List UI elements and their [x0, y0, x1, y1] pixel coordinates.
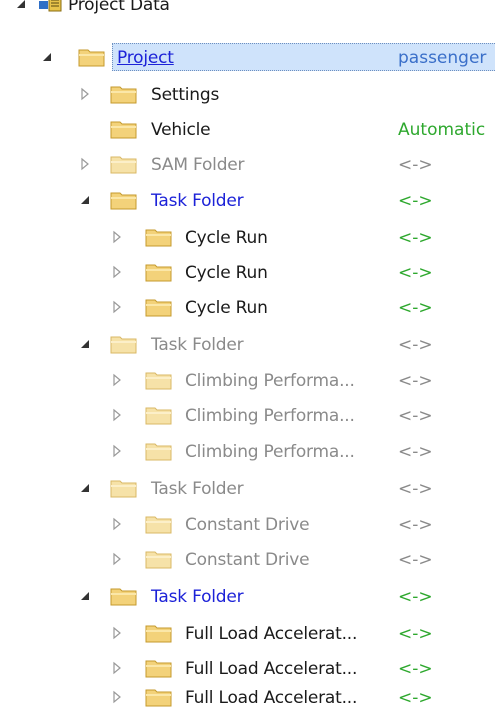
tree-node-label: Full Load Accelerat...	[185, 659, 358, 679]
folder-icon	[110, 153, 138, 175]
folder-icon	[145, 686, 173, 708]
expand-arrow-icon[interactable]	[110, 265, 124, 279]
tree-node-constant-drive[interactable]: Constant Drive <->	[0, 543, 495, 577]
folder-icon	[110, 333, 138, 355]
tree-node-project-data[interactable]: Project Data	[0, 0, 495, 22]
tree-node-label: Full Load Accelerat...	[185, 624, 358, 644]
collapse-arrow-icon[interactable]	[78, 589, 92, 603]
expand-arrow-icon[interactable]	[110, 552, 124, 566]
folder-icon	[145, 513, 173, 535]
tree-node-value: <->	[398, 479, 433, 499]
folder-icon	[110, 477, 138, 499]
tree-node-label: SAM Folder	[151, 155, 245, 175]
tree-node-value: <->	[398, 155, 433, 175]
tree-node-label: Task Folder	[151, 479, 244, 499]
project-data-icon	[38, 0, 66, 15]
tree-node-climbing-performance[interactable]: Climbing Performa... <->	[0, 399, 495, 433]
folder-icon	[145, 548, 173, 570]
tree-node-climbing-performance[interactable]: Climbing Performa... <->	[0, 435, 495, 469]
collapse-arrow-icon[interactable]	[78, 337, 92, 351]
tree-node-label: Climbing Performa...	[185, 406, 355, 426]
tree-node-label: Climbing Performa...	[185, 442, 355, 462]
tree-node-task-folder[interactable]: Task Folder <->	[0, 328, 495, 362]
tree-node-value: <->	[398, 335, 433, 355]
folder-icon	[145, 226, 173, 248]
tree-node-value: <->	[398, 191, 433, 211]
collapse-arrow-icon[interactable]	[78, 481, 92, 495]
tree-node-cycle-run[interactable]: Cycle Run <->	[0, 256, 495, 290]
folder-icon	[110, 83, 138, 105]
folder-icon	[110, 118, 138, 140]
tree-node-label: Cycle Run	[185, 228, 268, 248]
tree-node-label: Full Load Accelerat...	[185, 688, 358, 708]
expand-arrow-icon[interactable]	[110, 690, 124, 704]
expand-arrow-icon[interactable]	[110, 300, 124, 314]
tree-node-label: Climbing Performa...	[185, 371, 355, 391]
tree-node-task-folder[interactable]: Task Folder <->	[0, 580, 495, 614]
tree-node-value: <->	[398, 406, 433, 426]
tree-node-label: Vehicle	[151, 120, 211, 140]
tree-node-value: <->	[398, 624, 433, 644]
tree-node-label: Cycle Run	[185, 298, 268, 318]
tree-node-project[interactable]: Project passenger	[0, 41, 495, 75]
folder-icon	[110, 585, 138, 607]
tree-node-label: Constant Drive	[185, 550, 310, 570]
tree-node-label: Task Folder	[151, 587, 244, 607]
tree-node-label: Task Folder	[151, 191, 244, 211]
tree-node-label: Cycle Run	[185, 263, 268, 283]
folder-icon	[145, 657, 173, 679]
collapse-arrow-icon[interactable]	[14, 0, 28, 11]
expand-arrow-icon[interactable]	[110, 230, 124, 244]
tree-node-full-load-acceleration[interactable]: Full Load Accelerat... <->	[0, 681, 495, 715]
tree-node-full-load-acceleration[interactable]: Full Load Accelerat... <->	[0, 617, 495, 651]
folder-icon	[145, 440, 173, 462]
tree-node-value: <->	[398, 550, 433, 570]
tree-node-value: <->	[398, 228, 433, 248]
tree-node-sam-folder[interactable]: SAM Folder <->	[0, 148, 495, 182]
folder-icon	[145, 261, 173, 283]
expand-arrow-icon[interactable]	[78, 87, 92, 101]
collapse-arrow-icon[interactable]	[78, 193, 92, 207]
tree-node-value: <->	[398, 263, 433, 283]
tree-node-value: <->	[398, 371, 433, 391]
folder-icon	[145, 622, 173, 644]
tree-node-cycle-run[interactable]: Cycle Run <->	[0, 221, 495, 255]
tree-node-label: Task Folder	[151, 335, 244, 355]
tree-node-climbing-performance[interactable]: Climbing Performa... <->	[0, 364, 495, 398]
tree-node-label[interactable]: Project	[117, 47, 174, 69]
expand-arrow-icon[interactable]	[110, 373, 124, 387]
expand-arrow-icon[interactable]	[110, 408, 124, 422]
tree-node-label: Project Data	[68, 0, 170, 15]
project-tree: Project Data Project passenger Settings	[0, 0, 495, 715]
tree-node-value: <->	[398, 587, 433, 607]
expand-arrow-icon[interactable]	[110, 444, 124, 458]
tree-node-task-folder[interactable]: Task Folder <->	[0, 184, 495, 218]
tree-node-cycle-run[interactable]: Cycle Run <->	[0, 291, 495, 325]
expand-arrow-icon[interactable]	[110, 517, 124, 531]
expand-arrow-icon[interactable]	[78, 157, 92, 171]
tree-node-value: <->	[398, 298, 433, 318]
expand-arrow-icon[interactable]	[110, 626, 124, 640]
folder-icon	[110, 189, 138, 211]
tree-node-label: Settings	[151, 85, 220, 105]
tree-node-constant-drive[interactable]: Constant Drive <->	[0, 508, 495, 542]
folder-open-icon	[78, 46, 106, 68]
tree-node-value: <->	[398, 688, 433, 708]
tree-node-settings[interactable]: Settings	[0, 78, 495, 112]
tree-node-value: Automatic	[398, 120, 486, 140]
folder-icon	[145, 404, 173, 426]
tree-node-value: <->	[398, 442, 433, 462]
folder-icon	[145, 369, 173, 391]
tree-node-label: Constant Drive	[185, 515, 310, 535]
folder-icon	[145, 296, 173, 318]
expand-arrow-icon[interactable]	[110, 661, 124, 675]
collapse-arrow-icon[interactable]	[40, 50, 54, 64]
tree-node-value: <->	[398, 515, 433, 535]
tree-node-vehicle[interactable]: Vehicle Automatic	[0, 113, 495, 147]
tree-node-value: passenger	[398, 48, 487, 68]
tree-node-value: <->	[398, 659, 433, 679]
tree-node-task-folder[interactable]: Task Folder <->	[0, 472, 495, 506]
